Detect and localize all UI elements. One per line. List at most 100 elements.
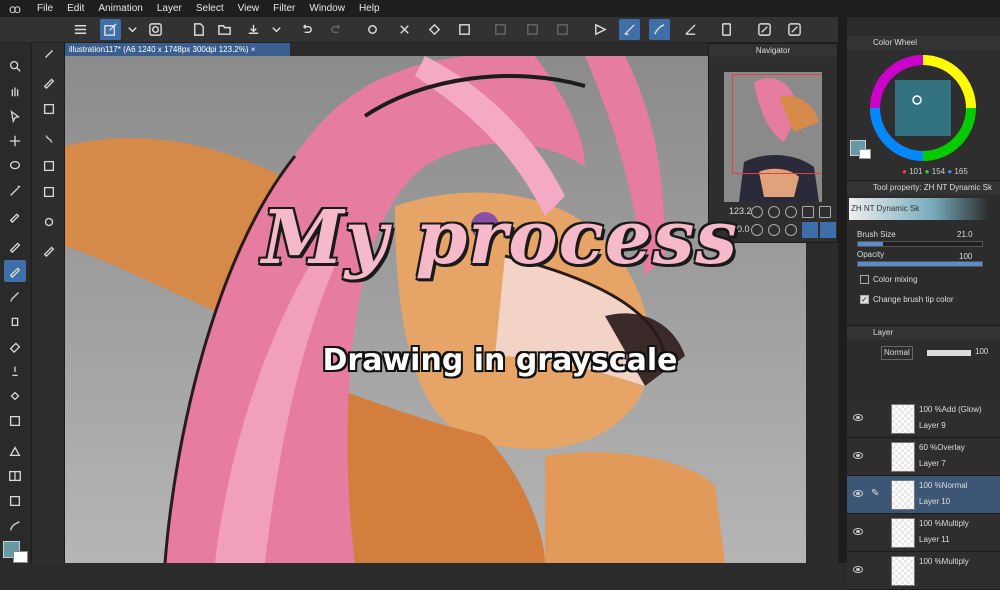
sub-tool-icon[interactable] (38, 155, 60, 177)
layer-row[interactable]: 100 %Multiply (847, 552, 1000, 590)
device-icon[interactable] (716, 19, 737, 40)
transform-icon[interactable] (454, 19, 475, 40)
eye-icon[interactable] (853, 414, 863, 421)
sub-tool-icon[interactable] (38, 71, 60, 93)
chevron-down-icon[interactable] (122, 19, 143, 40)
new-file-icon[interactable] (188, 19, 209, 40)
sub-tool-palette (32, 43, 65, 563)
menu-window[interactable]: Window (302, 3, 352, 14)
layer-mode: 100 %Multiply (919, 519, 969, 528)
zoom-icon[interactable] (4, 55, 26, 77)
fill-bucket-icon[interactable] (4, 385, 26, 407)
blue-value: 165 (954, 167, 968, 176)
curve-icon[interactable] (4, 515, 26, 537)
eye-icon[interactable] (853, 490, 863, 497)
sub-color-swatch[interactable] (859, 149, 871, 159)
sub-tool-icon[interactable] (38, 98, 60, 120)
overlay-subtitle: Drawing in grayscale (322, 343, 678, 378)
close-tab-icon[interactable]: × (251, 45, 256, 54)
navigator-view-rect[interactable] (732, 74, 822, 174)
rgb-readout: ● 101 ● 154 ● 165 (902, 167, 968, 176)
color-wheel[interactable] (867, 52, 979, 164)
sub-color-swatch[interactable] (13, 551, 28, 563)
layer-thumbnail (891, 480, 915, 510)
navigator-title: Navigator (709, 44, 837, 57)
companion-icon[interactable] (145, 19, 166, 40)
artwork-illustration (65, 56, 806, 563)
change-tip-color-checkbox[interactable]: ✓ (860, 295, 869, 304)
deselect-icon[interactable] (490, 19, 511, 40)
overlay-title: My process (261, 195, 739, 281)
layer-row[interactable]: 60 %Overlay Layer 7 (847, 438, 1000, 476)
menu-help[interactable]: Help (352, 3, 387, 14)
layer-thumbnail (891, 556, 915, 586)
drawing-canvas[interactable] (65, 56, 806, 563)
fill-icon[interactable] (424, 19, 445, 40)
menu-view[interactable]: View (231, 3, 267, 14)
layer-thumbnail (891, 442, 915, 472)
gradient-icon[interactable] (4, 410, 26, 432)
color-wheel-title: Color Wheel (847, 36, 1000, 50)
hand-icon[interactable] (4, 80, 26, 102)
color-wheel-panel: Color Wheel ● 101 ● 154 ● 165 (847, 36, 1000, 180)
undo-icon[interactable] (296, 19, 317, 40)
eye-icon[interactable] (853, 528, 863, 535)
fullscreen-icon[interactable] (784, 19, 805, 40)
chevron-down-icon[interactable] (266, 19, 287, 40)
menu-select[interactable]: Select (189, 3, 231, 14)
green-value: 154 (931, 167, 946, 176)
move-layer-icon[interactable] (4, 130, 26, 152)
invert-selection-icon[interactable] (522, 19, 543, 40)
menu-filter[interactable]: Filter (266, 3, 302, 14)
layer-row[interactable]: 100 %Multiply Layer 11 (847, 514, 1000, 552)
tool-property-title: Tool property: ZH NT Dynamic Sk (847, 181, 1000, 195)
crop-icon[interactable] (552, 19, 573, 40)
navigator-thumbnail[interactable] (724, 72, 822, 202)
layer-name: Layer 10 (919, 497, 951, 506)
layer-panel-title: Layer (847, 326, 1000, 340)
menu-edit[interactable]: Edit (60, 3, 91, 14)
pen-nib-icon[interactable] (38, 43, 60, 65)
hide-ui-icon[interactable] (754, 19, 775, 40)
ruler-icon[interactable] (4, 490, 26, 512)
tool-palette (0, 43, 32, 563)
settings-sun-icon[interactable] (362, 19, 383, 40)
layer-name: Layer 7 (919, 459, 946, 468)
layer-mode: 100 %Add (Glow) (919, 405, 982, 414)
operation-icon[interactable] (4, 105, 26, 127)
frame-border-icon[interactable] (4, 465, 26, 487)
snap-to-ruler-icon[interactable] (619, 19, 640, 40)
snap-to-special-ruler-icon[interactable] (649, 19, 670, 40)
red-value: 101 (909, 167, 923, 176)
brush-icon[interactable] (4, 285, 26, 307)
layer-mode: 100 %Multiply (919, 557, 969, 566)
layer-mode: 100 %Normal (919, 481, 968, 490)
menu-layer[interactable]: Layer (150, 3, 189, 14)
layer-row-selected[interactable]: ✎ 100 %Normal Layer 10 (847, 476, 1000, 514)
app-logo-icon[interactable]: ꝏ (0, 2, 30, 16)
layer-name: Layer 11 (919, 535, 950, 544)
redo-icon[interactable] (326, 19, 347, 40)
edit-mode-icon[interactable] (100, 19, 121, 40)
open-folder-icon[interactable] (214, 19, 235, 40)
figure-icon[interactable] (4, 440, 26, 462)
lasso-icon[interactable] (4, 155, 26, 177)
clear-layer-icon[interactable] (394, 19, 415, 40)
pen-icon: ✎ (871, 488, 880, 499)
eye-icon[interactable] (853, 566, 863, 573)
layer-row[interactable]: 100 %Add (Glow) Layer 9 (847, 400, 1000, 438)
layer-thumbnail (891, 404, 915, 434)
document-tab[interactable]: illustration117* (A6 1240 x 1748px 300dp… (65, 43, 290, 56)
eye-icon[interactable] (853, 452, 863, 459)
menu-file[interactable]: File (30, 3, 60, 14)
layer-mode: 60 %Overlay (919, 443, 965, 452)
snap-to-grid-icon[interactable] (680, 19, 701, 40)
menu-animation[interactable]: Animation (91, 3, 149, 14)
menu-bar: ꝏ File Edit Animation Layer Select View … (0, 0, 1000, 17)
ruler-snap-icon[interactable] (590, 19, 611, 40)
hamburger-menu-icon[interactable] (70, 19, 91, 40)
layer-name: Layer 9 (919, 421, 946, 430)
airbrush-icon[interactable] (4, 310, 26, 332)
save-icon[interactable] (243, 19, 264, 40)
sub-tool-icon[interactable] (38, 128, 60, 150)
